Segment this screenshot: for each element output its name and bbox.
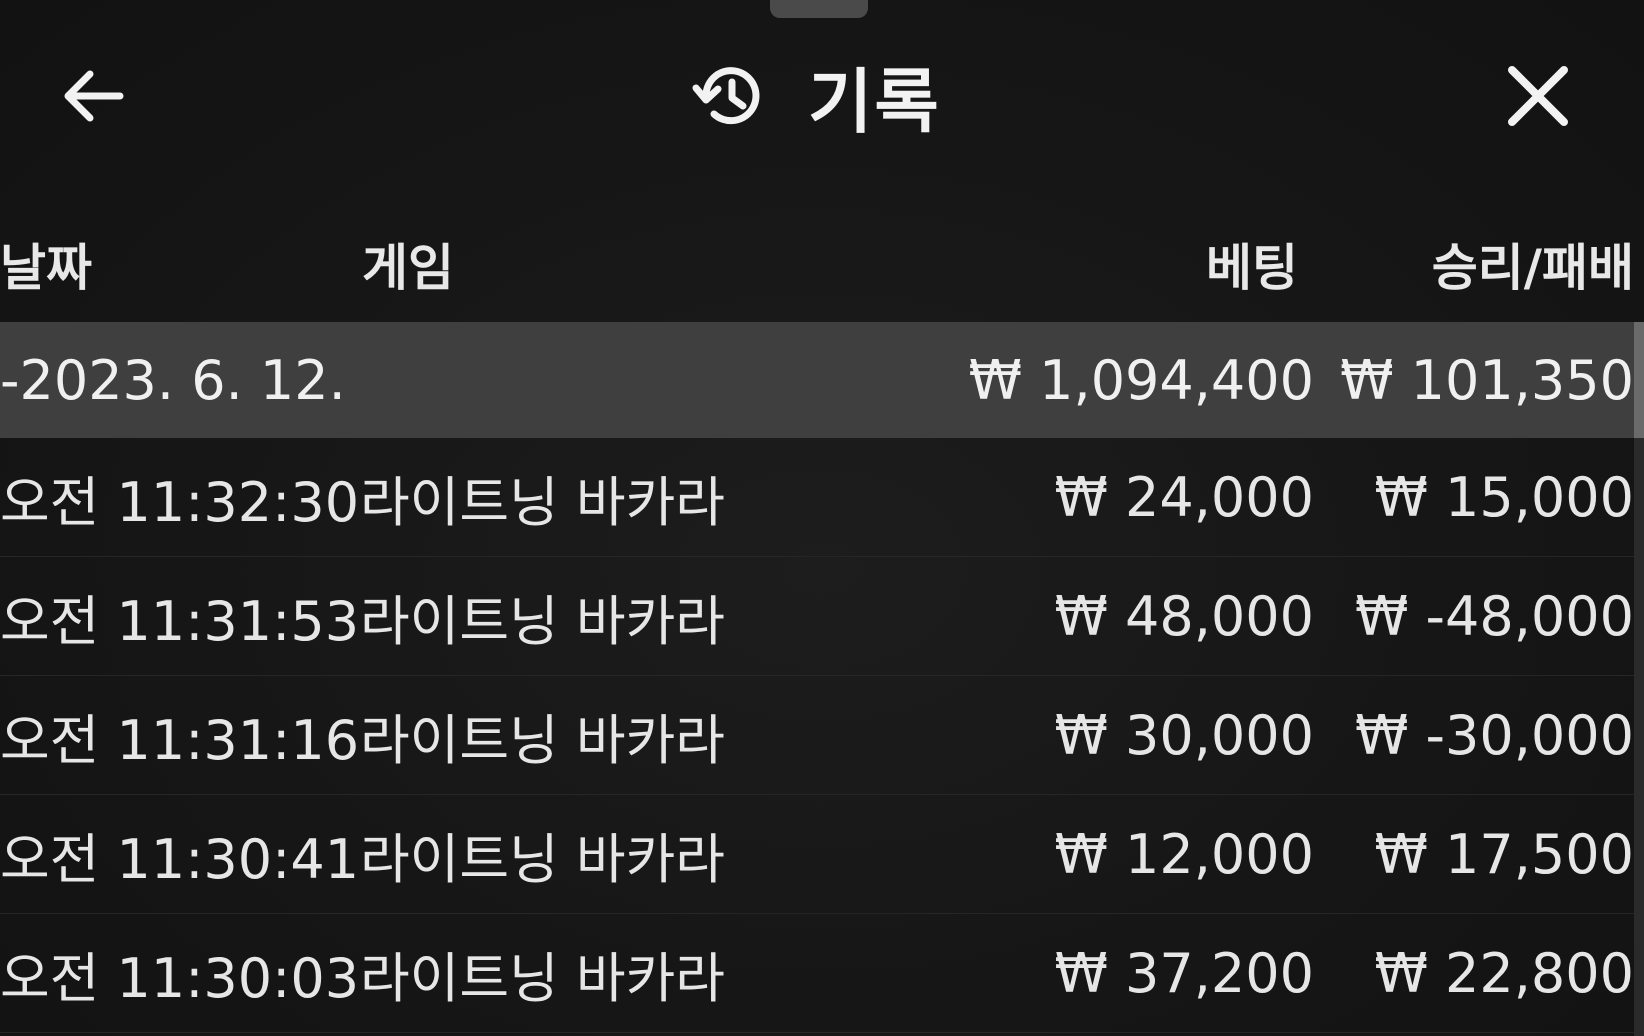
row-game: 라이트닝 바카라 [360,827,725,891]
history-icon [692,67,760,125]
drag-handle[interactable] [770,0,868,18]
column-header-bet: 베팅 [1206,239,1298,297]
row-time: 오전 11:32:30 [0,470,360,534]
table-row[interactable]: 오전 11:30:03 라이트닝 바카라 ₩ 37,200 ₩ 22,800 [0,914,1634,1033]
group-result-total: ₩ 101,350 [1340,348,1634,412]
column-header-result: 승리/패배 [1431,239,1634,297]
row-time: 오전 11:31:53 [0,589,360,653]
row-result: ₩ 17,500 [1374,822,1634,886]
header: 기록 [0,40,1644,152]
close-icon [1508,66,1568,126]
back-button[interactable] [58,58,134,134]
group-bet-total: ₩ 1,094,400 [968,348,1314,412]
table-row[interactable]: 오전 11:31:16 라이트닝 바카라 ₩ 30,000 ₩ -30,000 [0,676,1634,795]
row-bet: ₩ 48,000 [1054,584,1314,648]
row-result: ₩ -48,000 [1355,584,1634,648]
date-group-row[interactable]: -2023. 6. 12. ₩ 1,094,400 ₩ 101,350 [0,322,1634,438]
row-time: 오전 11:30:03 [0,946,360,1010]
row-bet: ₩ 24,000 [1054,465,1314,529]
column-header-date: 날짜 [0,239,92,297]
row-game: 라이트닝 바카라 [360,589,725,653]
row-time: 오전 11:31:16 [0,708,360,772]
title-group: 기록 [690,52,941,143]
history-table: -2023. 6. 12. ₩ 1,094,400 ₩ 101,350 오전 1… [0,322,1634,1033]
arrow-left-icon [64,70,124,122]
scrollbar-thumb[interactable] [1634,322,1644,438]
page-title: 기록 [808,60,941,143]
table-row[interactable]: 오전 11:32:30 라이트닝 바카라 ₩ 24,000 ₩ 15,000 [0,438,1634,557]
table-row[interactable]: 오전 11:30:41 라이트닝 바카라 ₩ 12,000 ₩ 17,500 [0,795,1634,914]
close-button[interactable] [1500,58,1576,134]
column-header-game: 게임 [362,239,454,297]
row-result: ₩ 15,000 [1374,465,1634,529]
row-bet: ₩ 30,000 [1054,703,1314,767]
group-date: -2023. 6. 12. [0,348,346,412]
row-game: 라이트닝 바카라 [360,470,725,534]
row-bet: ₩ 37,200 [1054,941,1314,1005]
history-screen: 기록 날짜 게임 베팅 승리/패배 -2023. 6. 12. ₩ 1,094,… [0,0,1644,1036]
row-result: ₩ -30,000 [1355,703,1634,767]
row-result: ₩ 22,800 [1374,941,1634,1005]
row-game: 라이트닝 바카라 [360,708,725,772]
row-time: 오전 11:30:41 [0,827,360,891]
row-bet: ₩ 12,000 [1054,822,1314,886]
table-row[interactable]: 오전 11:31:53 라이트닝 바카라 ₩ 48,000 ₩ -48,000 [0,557,1634,676]
row-game: 라이트닝 바카라 [360,946,725,1010]
